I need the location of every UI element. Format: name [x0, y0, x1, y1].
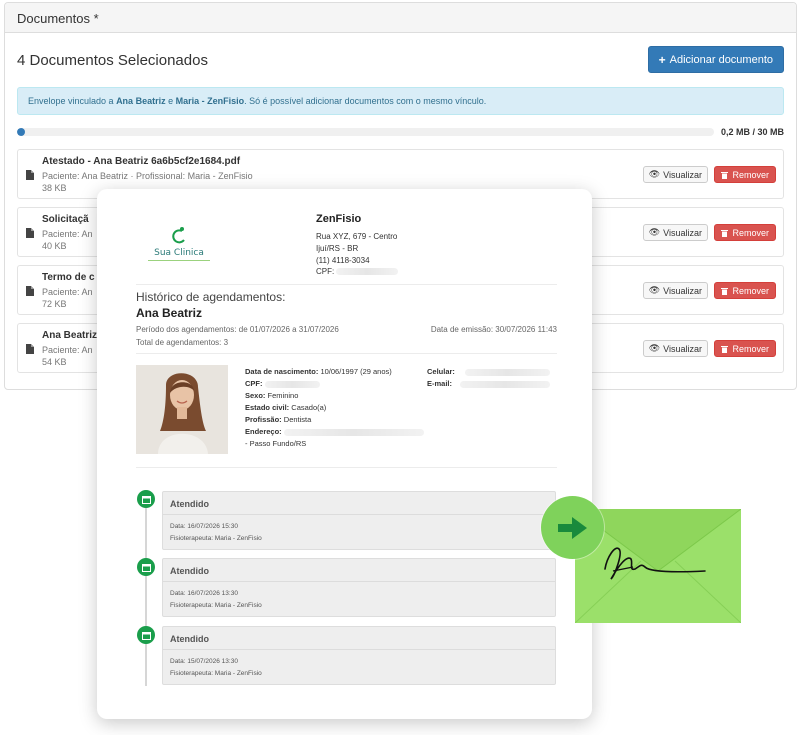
document-name: Ana Beatriz	[42, 330, 98, 341]
document-size: 54 KB	[42, 357, 67, 367]
trash-icon	[721, 229, 729, 237]
view-document-button[interactable]: 👁 Visualizar	[642, 340, 708, 357]
appointment-entry: Atendido Data: 15/07/2026 13:30 Fisioter…	[162, 626, 556, 685]
remove-document-button[interactable]: Remover	[714, 282, 776, 299]
storage-usage-label: 0,2 MB / 30 MB	[720, 127, 784, 137]
storage-progress-bar	[17, 128, 714, 136]
info-email: E-mail:	[427, 379, 551, 388]
patient-name: Ana Beatriz	[136, 306, 203, 320]
appointment-therapist: Fisioterapeuta: Maria - ZenFisio	[170, 602, 262, 609]
emission-date: Data de emissão: 30/07/2026 11:43	[430, 325, 557, 334]
clinic-logo: Sua Clinica	[144, 225, 214, 265]
plus-icon: +	[658, 52, 666, 67]
clinic-name: ZenFisio	[316, 213, 362, 225]
document-meta: Paciente: An	[42, 229, 93, 239]
appointment-status: Atendido	[170, 634, 209, 644]
remove-document-button[interactable]: Remover	[714, 340, 776, 357]
panel-heading: Documentos *	[5, 3, 796, 33]
clinic-cpf: CPF:	[316, 267, 399, 276]
appointment-status: Atendido	[170, 566, 209, 576]
trash-icon	[721, 287, 729, 295]
calendar-icon	[137, 626, 155, 644]
info-address: Endereço:	[245, 427, 424, 436]
info-city: - Passo Fundo/RS	[245, 439, 307, 448]
document-size: 72 KB	[42, 299, 67, 309]
document-name: Termo de c	[42, 272, 95, 283]
document-meta: Paciente: An	[42, 287, 93, 297]
report-title: Histórico de agendamentos:	[136, 290, 286, 304]
alert-patient-name: Ana Beatriz	[116, 96, 166, 106]
document-meta: Paciente: An	[42, 345, 93, 355]
document-name: Solicitaçã	[42, 214, 89, 225]
file-icon	[26, 286, 34, 296]
view-document-button[interactable]: 👁 Visualizar	[642, 224, 708, 241]
report-total: Total de agendamentos: 3	[136, 338, 229, 347]
storage-progress-fill	[17, 128, 26, 136]
add-document-button[interactable]: + Adicionar documento	[647, 46, 784, 73]
appointment-date: Data: 15/07/2026 13:30	[170, 658, 238, 665]
calendar-icon	[137, 558, 155, 576]
file-icon	[26, 228, 34, 238]
appointment-entry: Atendido Data: 16/07/2026 13:30 Fisioter…	[162, 558, 556, 617]
appointment-date: Data: 16/07/2026 15:30	[170, 523, 238, 530]
info-sex: Sexo: Feminino	[245, 391, 299, 400]
trash-icon	[721, 345, 729, 353]
clinic-phone: (11) 4118-3034	[316, 256, 370, 265]
file-icon	[26, 170, 34, 180]
patient-photo	[136, 365, 228, 454]
appointment-date: Data: 16/07/2026 13:30	[170, 590, 238, 597]
info-profession: Profissão: Dentista	[245, 415, 312, 424]
document-name: Atestado - Ana Beatriz 6a6b5cf2e1684.pdf	[42, 156, 241, 167]
calendar-icon	[137, 490, 155, 508]
appointment-therapist: Fisioterapeuta: Maria - ZenFisio	[170, 535, 262, 542]
document-meta: Paciente: Ana Beatriz · Profissional: Ma…	[42, 171, 253, 181]
selected-count-title: 4 Documentos Selecionados	[17, 52, 208, 69]
remove-document-button[interactable]: Remover	[714, 166, 776, 183]
document-size: 40 KB	[42, 241, 67, 251]
report-period: Período dos agendamentos: de 01/07/2026 …	[136, 325, 339, 334]
view-document-button[interactable]: 👁 Visualizar	[642, 282, 708, 299]
eye-icon: 👁	[648, 169, 661, 179]
logo-mark-icon	[172, 227, 185, 244]
eye-icon: 👁	[648, 285, 661, 295]
timeline-line	[145, 498, 147, 686]
clinic-address-line1: Rua XYZ, 679 - Centro	[316, 232, 398, 241]
appointment-status: Atendido	[170, 499, 209, 509]
eye-icon: 👁	[648, 343, 661, 353]
envelope-link-alert: Envelope vinculado a Ana Beatriz e Maria…	[17, 87, 784, 115]
info-cellphone: Celular:	[427, 367, 551, 376]
alert-professional-name: Maria - ZenFisio	[175, 96, 245, 106]
clinic-address-line2: Ijuí/RS - BR	[316, 244, 359, 253]
remove-document-button[interactable]: Remover	[714, 224, 776, 241]
arrow-right-icon	[541, 496, 604, 559]
document-size: 38 KB	[42, 183, 67, 193]
logo-text: Sua Clinica	[154, 248, 204, 258]
trash-icon	[721, 171, 729, 179]
info-cpf: CPF:	[245, 379, 320, 388]
patient-photo-image	[136, 365, 228, 454]
appointment-history-report: Sua Clinica ZenFisio Rua XYZ, 679 - Cent…	[97, 189, 592, 719]
file-icon	[26, 344, 34, 354]
info-civil-status: Estado civil: Casado(a)	[245, 403, 327, 412]
appointment-therapist: Fisioterapeuta: Maria - ZenFisio	[170, 670, 262, 677]
redacted-value	[336, 268, 399, 276]
add-document-label: Adicionar documento	[669, 53, 773, 66]
eye-icon: 👁	[648, 227, 661, 237]
view-document-button[interactable]: 👁 Visualizar	[642, 166, 708, 183]
info-birth: Data de nascimento: 10/06/1997 (29 anos)	[245, 367, 392, 376]
appointment-entry: Atendido Data: 16/07/2026 15:30 Fisioter…	[162, 491, 556, 550]
